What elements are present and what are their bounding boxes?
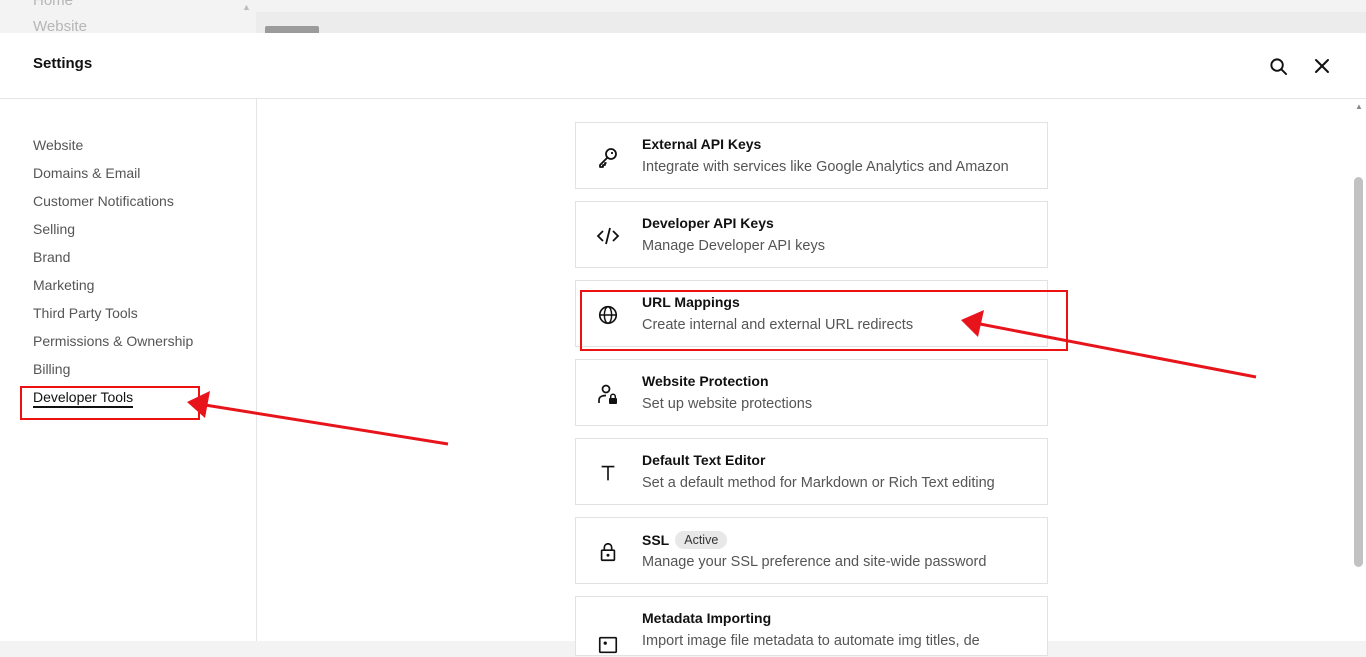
background-canvas <box>256 12 1366 33</box>
sidebar-item-selling[interactable]: Selling <box>33 219 193 247</box>
card-description: Import image file metadata to automate i… <box>642 633 980 649</box>
card-title: SSL Active <box>642 531 728 549</box>
developer-tools-panel: External API Keys Integrate with service… <box>257 99 1366 656</box>
scroll-up-icon[interactable]: ▲ <box>1355 102 1363 111</box>
scroll-thumb[interactable] <box>1354 177 1363 567</box>
background-nav-item: Website <box>33 18 87 33</box>
card-title: Metadata Importing <box>642 610 772 626</box>
status-badge: Active <box>675 531 728 549</box>
sidebar-item-billing[interactable]: Billing <box>33 359 193 387</box>
developer-api-keys-card[interactable]: Developer API Keys Manage Developer API … <box>575 201 1048 268</box>
globe-icon <box>596 303 620 327</box>
external-api-keys-card[interactable]: External API Keys Integrate with service… <box>575 122 1048 189</box>
card-description: Manage Developer API keys <box>642 238 825 254</box>
sidebar-item-permissions-ownership[interactable]: Permissions & Ownership <box>33 331 193 359</box>
card-title: Website Protection <box>642 373 769 389</box>
card-description: Set up website protections <box>642 396 813 412</box>
sidebar-item-marketing[interactable]: Marketing <box>33 275 193 303</box>
sidebar-item-third-party-tools[interactable]: Third Party Tools <box>33 303 193 331</box>
card-description: Integrate with services like Google Anal… <box>642 159 1009 175</box>
text-icon <box>596 461 620 485</box>
sidebar-item-domains-email[interactable]: Domains & Email <box>33 163 193 191</box>
ssl-card[interactable]: SSL Active Manage your SSL preference and… <box>575 517 1048 584</box>
modal-header: Settings <box>0 33 1366 99</box>
search-icon[interactable] <box>1267 55 1289 77</box>
background-block <box>265 26 319 33</box>
card-title: URL Mappings <box>642 294 740 310</box>
sidebar-item-developer-tools[interactable]: Developer Tools <box>33 387 193 415</box>
card-description: Create internal and external URL redirec… <box>642 317 914 333</box>
default-text-editor-card[interactable]: Default Text Editor Set a default method… <box>575 438 1048 505</box>
card-title: Default Text Editor <box>642 452 766 468</box>
metadata-importing-card[interactable]: Metadata Importing Import image file met… <box>575 596 1048 656</box>
card-description: Manage your SSL preference and site-wide… <box>642 554 987 570</box>
settings-modal: Settings Website Domains & Email Custome… <box>0 33 1366 656</box>
background-page: Home Website ▲ <box>0 0 1366 33</box>
lock-icon <box>596 540 620 564</box>
card-description: Set a default method for Markdown or Ric… <box>642 475 995 491</box>
key-icon <box>596 145 620 169</box>
card-title: Developer API Keys <box>642 215 774 231</box>
content-scrollbar[interactable]: ▲ <box>1352 99 1366 641</box>
sidebar-item-website[interactable]: Website <box>33 135 193 163</box>
sidebar-item-customer-notifications[interactable]: Customer Notifications <box>33 191 193 219</box>
url-mappings-card[interactable]: URL Mappings Create internal and externa… <box>575 280 1048 347</box>
user-lock-icon <box>596 382 620 406</box>
image-icon <box>596 633 620 657</box>
close-icon[interactable] <box>1311 55 1333 77</box>
code-icon <box>596 224 620 248</box>
page-title: Settings <box>33 55 93 72</box>
background-scroll-up-icon: ▲ <box>242 2 251 12</box>
sidebar-nav: Website Domains & Email Customer Notific… <box>33 135 193 415</box>
website-protection-card[interactable]: Website Protection Set up website protec… <box>575 359 1048 426</box>
sidebar-item-brand[interactable]: Brand <box>33 247 193 275</box>
background-nav: Home Website <box>33 0 87 33</box>
background-nav-item: Home <box>33 0 74 9</box>
settings-sidebar: Website Domains & Email Customer Notific… <box>0 99 257 641</box>
card-title: External API Keys <box>642 136 762 152</box>
card-title-text: SSL <box>642 532 670 548</box>
